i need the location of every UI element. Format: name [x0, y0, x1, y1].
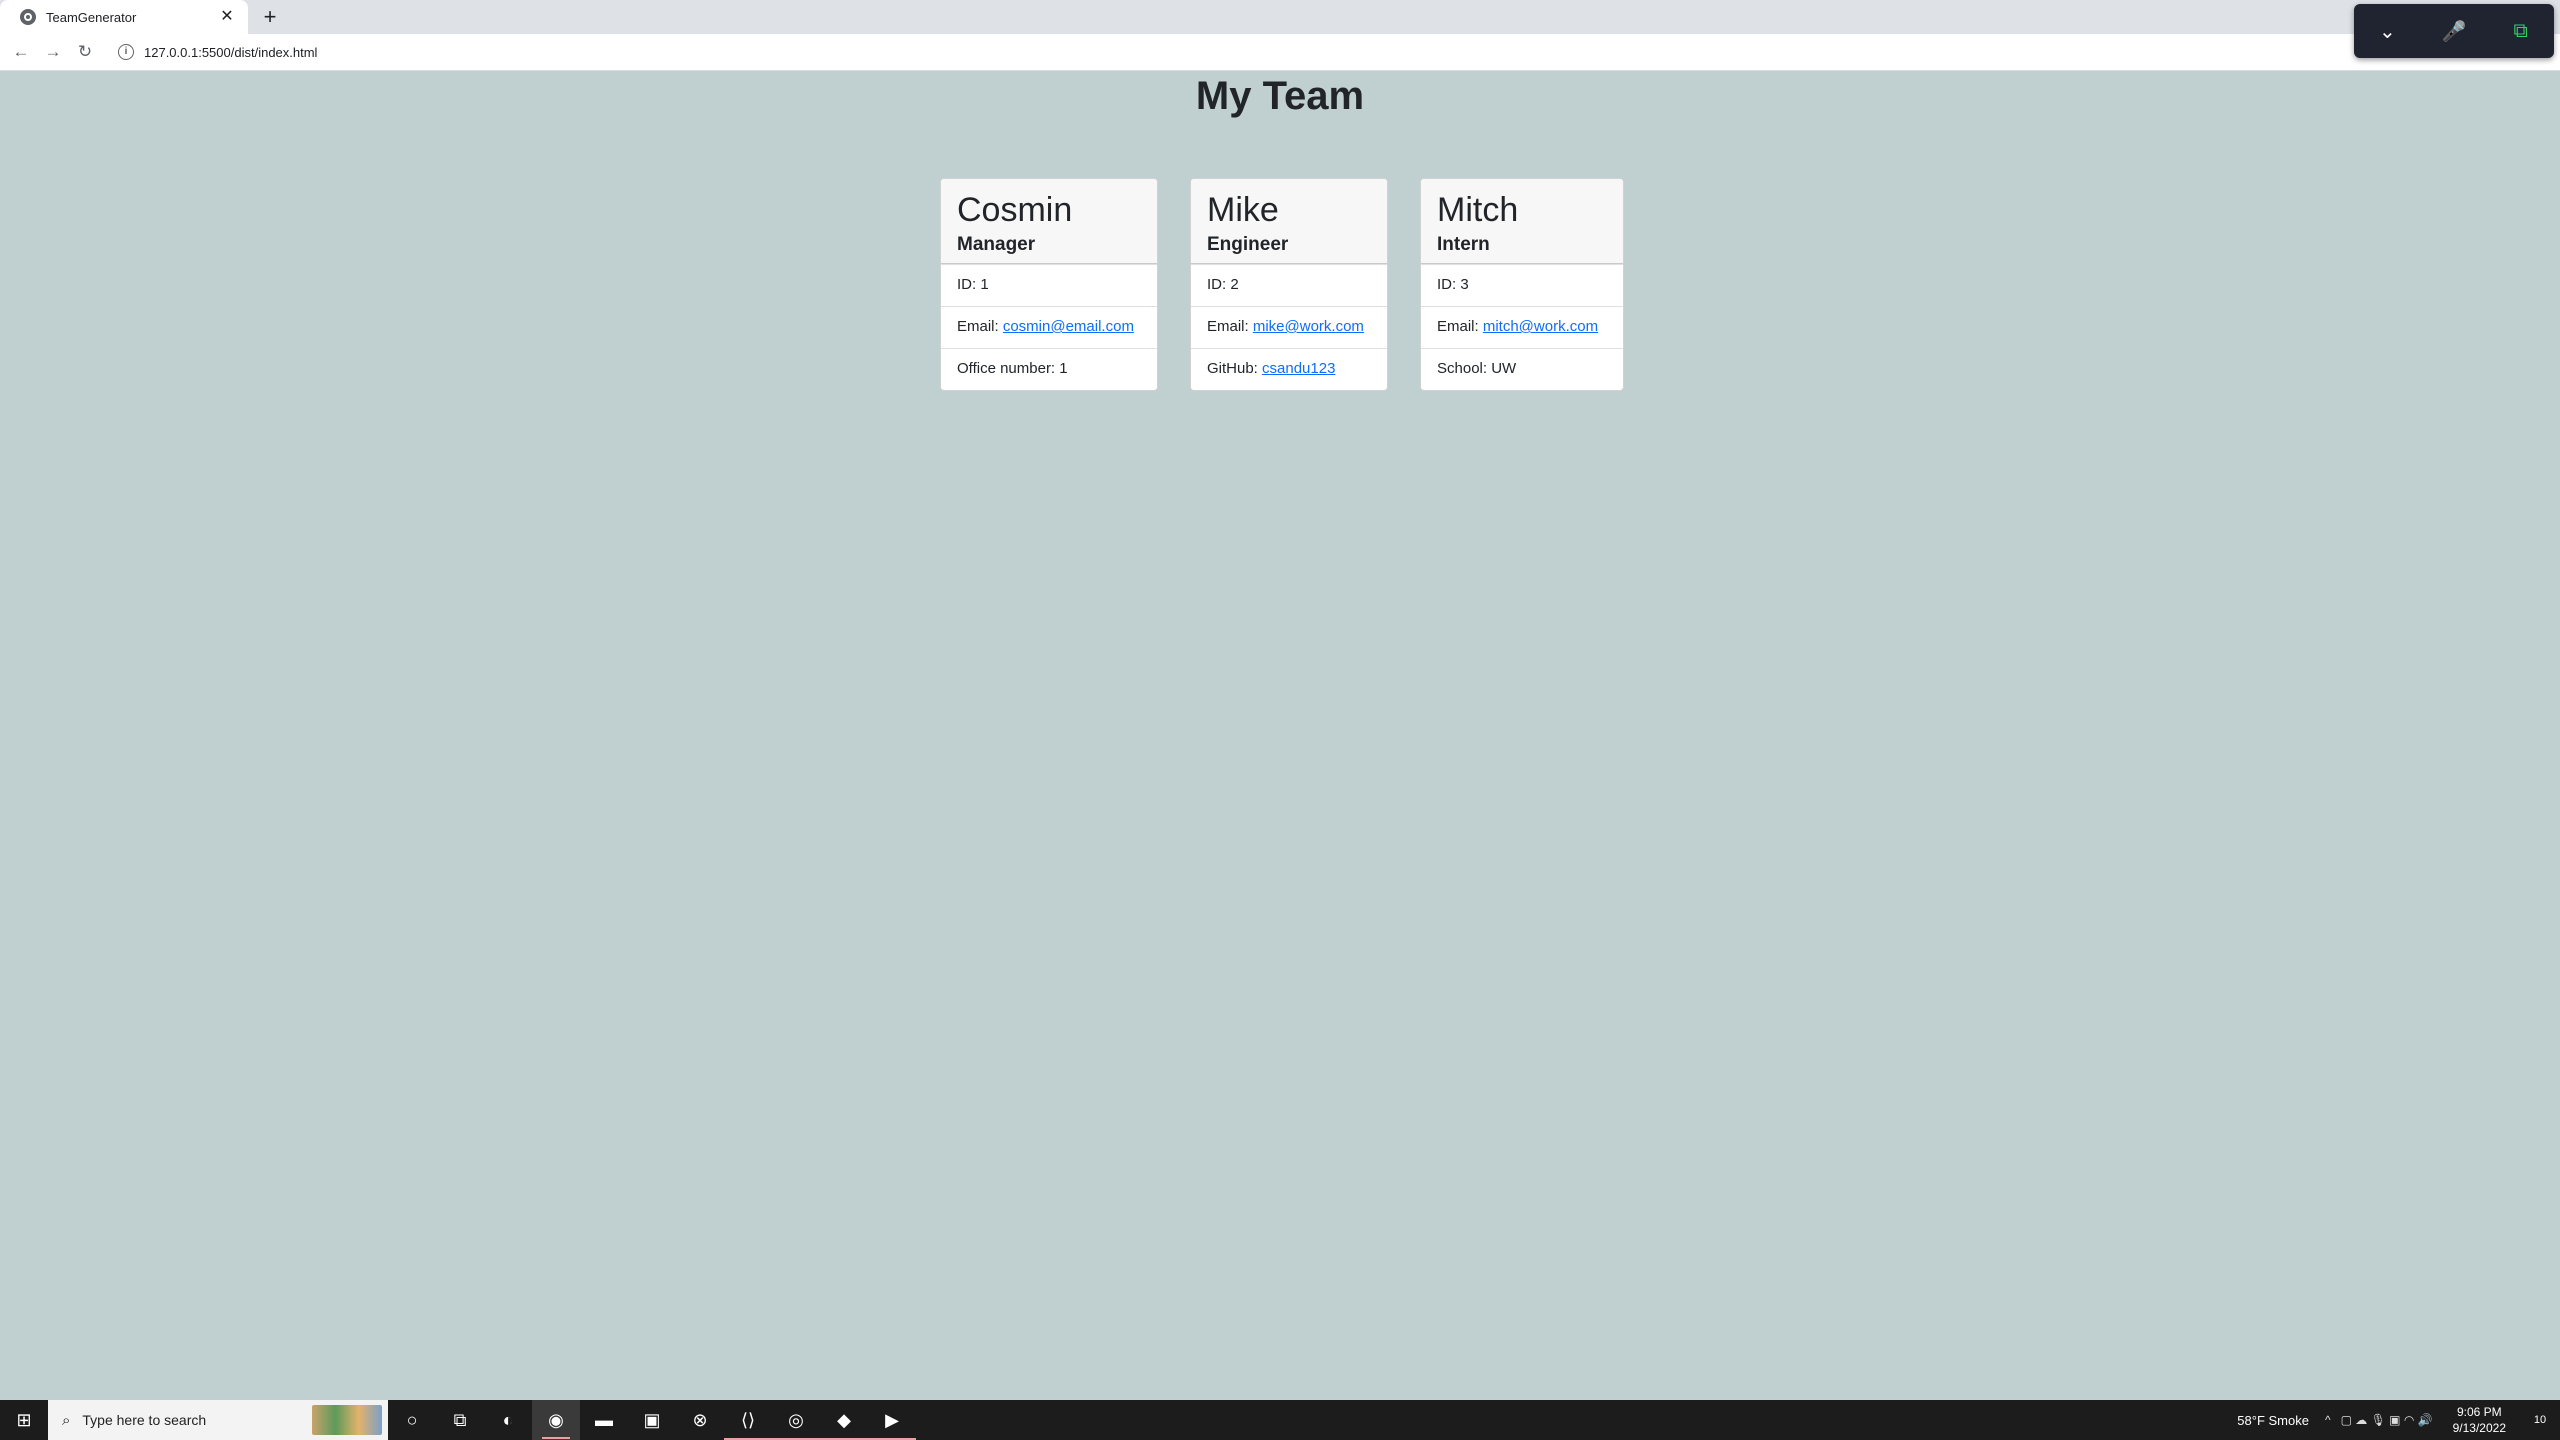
url-text[interactable]: 127.0.0.1:5500/dist/index.html — [144, 45, 317, 60]
employee-card-intern: Mitch Intern ID: 3 Email: mitch@work.com… — [1420, 178, 1624, 391]
forward-arrow-icon[interactable]: → — [42, 41, 64, 63]
windows-start-icon[interactable]: ⊞ — [0, 1400, 48, 1440]
browser-tab-strip: TeamGenerator ✕ + — [0, 0, 2560, 34]
team-cards: Cosmin Manager ID: 1 Email: cosmin@email… — [0, 178, 2560, 391]
share-screen-icon[interactable]: ⧉ — [2506, 20, 2536, 43]
email-link[interactable]: mike@work.com — [1253, 318, 1364, 335]
employee-card-engineer: Mike Engineer ID: 2 Email: mike@work.com… — [1190, 178, 1388, 391]
clock-date: 9/13/2022 — [2452, 1421, 2506, 1435]
github-label: GitHub: — [1207, 360, 1263, 377]
github-row: GitHub: csandu123 — [1191, 348, 1387, 390]
employee-name: Cosmin — [957, 191, 1073, 229]
email-link[interactable]: cosmin@email.com — [1003, 318, 1134, 335]
chevron-down-icon[interactable]: ⌄ — [2372, 19, 2402, 44]
pinned-apps: ○ ⧉ ◐ ◉ ▬ ▣ ⊗ ⟨⟩ ◎ ◆ ▶ — [388, 1400, 916, 1440]
notification-center-icon[interactable]: 10 — [2520, 1400, 2560, 1440]
email-label: Email: — [1437, 318, 1483, 335]
browser-tab[interactable]: TeamGenerator ✕ — [0, 0, 248, 34]
page-title: My Team — [1195, 74, 1365, 118]
chevron-up-icon[interactable]: ^ — [2325, 1413, 2331, 1427]
address-bar[interactable]: i 127.0.0.1:5500/dist/index.html — [112, 38, 2342, 66]
employee-id: ID: 1 — [941, 264, 1157, 306]
chrome-icon[interactable]: ◉ — [532, 1400, 580, 1440]
employee-role: Intern — [1437, 234, 1490, 255]
github-link[interactable]: csandu123 — [1262, 360, 1335, 377]
clock[interactable]: 9:06 PM 9/13/2022 — [2453, 1404, 2506, 1436]
system-tray: 58°F Smoke ^ ▢ ☁ 🎙 ▣ ◠ 🔊 9:06 PM 9/13/20… — [2237, 1400, 2560, 1440]
notification-count: 10 — [2533, 1414, 2547, 1426]
windows-taskbar: ⊞ ⌕ Type here to search ○ ⧉ ◐ ◉ ▬ ▣ ⊗ ⟨⟩ ◎ ◆ ▶ 58°… — [0, 1400, 2560, 1440]
edge-icon[interactable]: ◐ — [484, 1400, 532, 1440]
steam-icon[interactable]: ◎ — [772, 1400, 820, 1440]
file-explorer-icon[interactable]: ▬ — [580, 1400, 628, 1440]
employee-email-row: Email: cosmin@email.com — [941, 306, 1157, 348]
email-label: Email: — [1207, 318, 1253, 335]
mic-muted-icon[interactable]: 🎤 — [2439, 19, 2469, 44]
employee-role: Engineer — [1207, 234, 1289, 255]
taskbar-search-box[interactable]: ⌕ Type here to search — [48, 1400, 388, 1440]
tab-title: TeamGenerator — [46, 9, 137, 25]
search-icon: ⌕ — [62, 1411, 71, 1429]
recording-overlay: ⌄ 🎤 ⧉ — [2354, 4, 2554, 58]
xbox-icon[interactable]: ⊗ — [676, 1400, 724, 1440]
employee-name: Mike — [1207, 191, 1279, 229]
git-icon[interactable]: ◆ — [820, 1400, 868, 1440]
vscode-icon[interactable]: ⟨⟩ — [724, 1400, 772, 1440]
employee-email-row: Email: mike@work.com — [1191, 306, 1387, 348]
office-number: Office number: 1 — [941, 348, 1157, 390]
search-highlight-image — [312, 1405, 382, 1435]
card-header: Mitch Intern — [1421, 179, 1623, 264]
app-icon[interactable]: ▣ — [628, 1400, 676, 1440]
employee-name: Mitch — [1437, 191, 1519, 229]
employee-email-row: Email: mitch@work.com — [1421, 306, 1623, 348]
email-link[interactable]: mitch@work.com — [1483, 318, 1598, 335]
card-header: Cosmin Manager — [941, 179, 1157, 264]
email-label: Email: — [957, 318, 1003, 335]
back-arrow-icon[interactable]: ← — [10, 41, 32, 63]
weather-widget[interactable]: 58°F Smoke — [2237, 1413, 2309, 1428]
tray-icons[interactable]: ▢ ☁ 🎙 ▣ ◠ 🔊 — [2341, 1413, 2433, 1427]
school: School: UW — [1421, 348, 1623, 390]
search-placeholder[interactable]: Type here to search — [82, 1412, 312, 1428]
cortana-icon[interactable]: ○ — [388, 1400, 436, 1440]
zoom-icon[interactable]: ▶ — [868, 1400, 916, 1440]
employee-card-manager: Cosmin Manager ID: 1 Email: cosmin@email… — [940, 178, 1158, 391]
new-tab-button[interactable]: + — [258, 6, 282, 28]
card-header: Mike Engineer — [1191, 179, 1387, 264]
close-tab-icon[interactable]: ✕ — [218, 8, 236, 26]
browser-toolbar: ← → ↻ i 127.0.0.1:5500/dist/index.html — [0, 34, 2560, 71]
employee-role: Manager — [957, 234, 1036, 255]
employee-id: ID: 3 — [1421, 264, 1623, 306]
globe-icon — [20, 9, 36, 25]
reload-icon[interactable]: ↻ — [74, 41, 96, 63]
employee-id: ID: 2 — [1191, 264, 1387, 306]
site-info-icon[interactable]: i — [118, 44, 134, 60]
clock-time: 9:06 PM — [2456, 1405, 2502, 1419]
task-view-icon[interactable]: ⧉ — [436, 1400, 484, 1440]
